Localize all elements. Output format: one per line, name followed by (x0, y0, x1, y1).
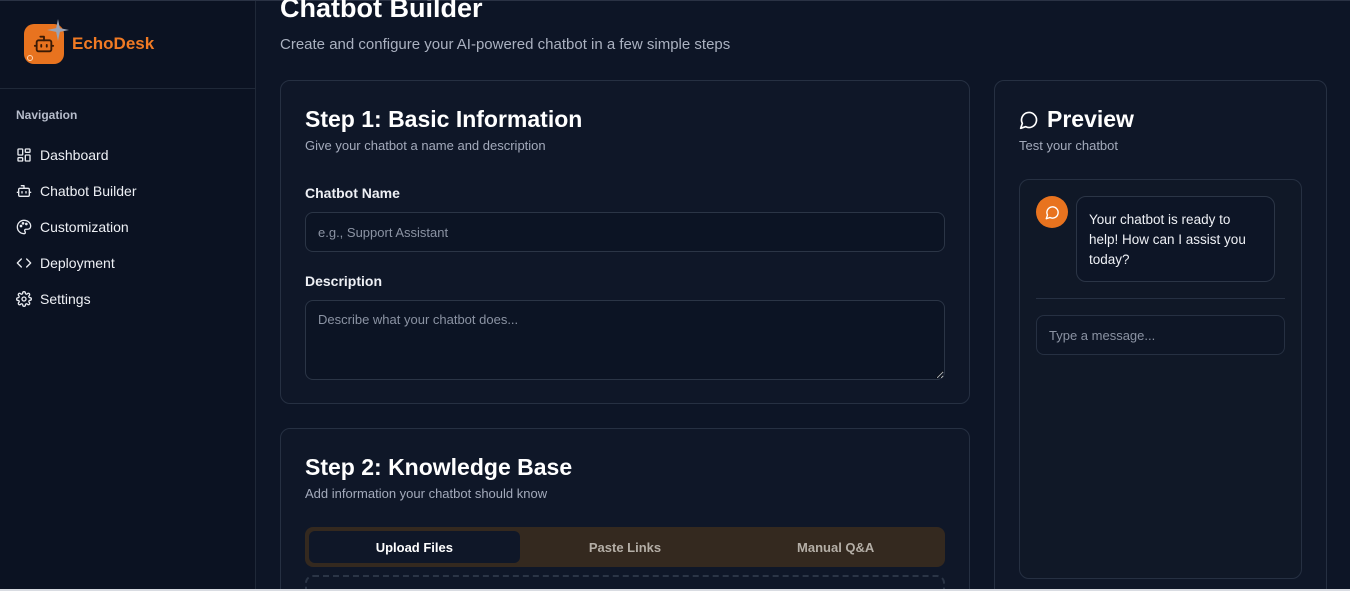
step2-title: Step 2: Knowledge Base (305, 454, 573, 480)
preview-card: Preview Test your chatbot Your chatbot i… (994, 80, 1327, 591)
sidebar-item-label: Customization (40, 219, 129, 235)
nav-section-title: Navigation (16, 108, 78, 122)
step1-subtitle: Give your chatbot a name and description (305, 138, 546, 153)
sidebar-item-label: Deployment (40, 255, 115, 271)
sparkle-icon (47, 19, 69, 41)
sidebar-item-dashboard[interactable]: Dashboard (16, 137, 246, 173)
status-dot (27, 55, 33, 61)
sidebar-item-label: Dashboard (40, 147, 109, 163)
sidebar-item-label: Chatbot Builder (40, 183, 137, 199)
bot-message: Your chatbot is ready to help! How can I… (1076, 196, 1275, 282)
sidebar-item-customization[interactable]: Customization (16, 209, 246, 245)
sidebar: EchoDesk Navigation Dashboard Chatbot Bu… (0, 1, 256, 589)
robot-icon (16, 185, 32, 197)
sidebar-nav: Dashboard Chatbot Builder Customization … (16, 137, 246, 317)
gear-icon (16, 291, 32, 307)
chat-divider (1036, 298, 1285, 299)
step1-card: Step 1: Basic Information Give your chat… (280, 80, 970, 404)
robot-icon (24, 19, 69, 64)
tab-paste-links[interactable]: Paste Links (520, 531, 731, 563)
code-icon (16, 258, 32, 268)
step2-subtitle: Add information your chatbot should know (305, 486, 548, 501)
message-input[interactable] (1036, 315, 1285, 355)
sidebar-item-chatbot-builder[interactable]: Chatbot Builder (16, 173, 246, 209)
page-subtitle: Create and configure your AI-powered cha… (280, 36, 731, 53)
tab-manual-qa[interactable]: Manual Q&A (730, 531, 941, 563)
preview-subtitle: Test your chatbot (1019, 138, 1118, 153)
brand[interactable]: EchoDesk (24, 19, 155, 64)
description-label: Description (305, 273, 383, 289)
palette-icon (16, 219, 32, 235)
page-title: Chatbot Builder (280, 0, 483, 23)
sidebar-item-settings[interactable]: Settings (16, 281, 246, 317)
sidebar-item-deployment[interactable]: Deployment (16, 245, 246, 281)
sidebar-item-label: Settings (40, 291, 91, 307)
chat-bubble-icon (1045, 205, 1059, 219)
preview-header: Preview (1019, 106, 1134, 133)
chatbot-name-input[interactable] (305, 212, 945, 252)
tab-upload-files[interactable]: Upload Files (309, 531, 520, 563)
description-textarea[interactable] (305, 300, 945, 380)
chat-window: Your chatbot is ready to help! How can I… (1019, 179, 1302, 579)
bot-avatar (1036, 196, 1068, 228)
sidebar-divider (0, 88, 255, 89)
chatbot-name-label: Chatbot Name (305, 185, 400, 201)
knowledge-tabs: Upload Files Paste Links Manual Q&A (305, 527, 945, 567)
preview-title: Preview (1047, 106, 1134, 132)
step1-title: Step 1: Basic Information (305, 106, 583, 132)
chat-bubble-icon (1019, 111, 1038, 129)
step2-card: Step 2: Knowledge Base Add information y… (280, 428, 970, 591)
brand-name: EchoDesk (72, 34, 155, 53)
dashboard-icon (17, 148, 31, 162)
